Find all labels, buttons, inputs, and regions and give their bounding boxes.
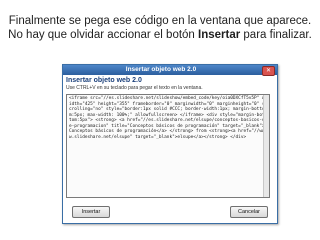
caption-line-2-prefix: No hay que olvidar accionar el botón: [8, 29, 199, 41]
dialog-window-title: Insertar objeto web 2.0: [125, 66, 197, 73]
instruction-caption: Finalmente se pega ese código en la vent…: [0, 14, 320, 42]
cancel-button[interactable]: Cancelar: [230, 206, 268, 218]
dialog-instructions: Use CTRL+V en su teclado para pegar el t…: [66, 85, 203, 91]
caption-insert-word: Insertar: [198, 29, 241, 41]
embed-code-textarea[interactable]: <iframe src="//es.slideshare.net/slidesh…: [66, 94, 270, 198]
dialog-body: Insertar objeto web 2.0 Use CTRL+V en su…: [63, 75, 277, 200]
close-icon[interactable]: ✕: [262, 66, 275, 76]
caption-line-2: No hay que olvidar accionar el botón Ins…: [0, 28, 320, 42]
embed-code-text[interactable]: <iframe src="//es.slideshare.net/slidesh…: [69, 96, 267, 140]
insert-web-object-dialog: Insertar objeto web 2.0 ✕ Insertar objet…: [62, 64, 278, 224]
caption-line-2-suffix: para finalizar.: [240, 29, 312, 41]
code-scrollbar[interactable]: [263, 95, 269, 197]
dialog-titlebar[interactable]: Insertar objeto web 2.0 ✕: [63, 65, 277, 76]
insert-button[interactable]: Insertar: [72, 206, 110, 218]
caption-line-1: Finalmente se pega ese código en la vent…: [8, 15, 312, 27]
dialog-button-row: Insertar Cancelar: [63, 206, 277, 218]
dialog-heading: Insertar objeto web 2.0: [66, 77, 142, 84]
